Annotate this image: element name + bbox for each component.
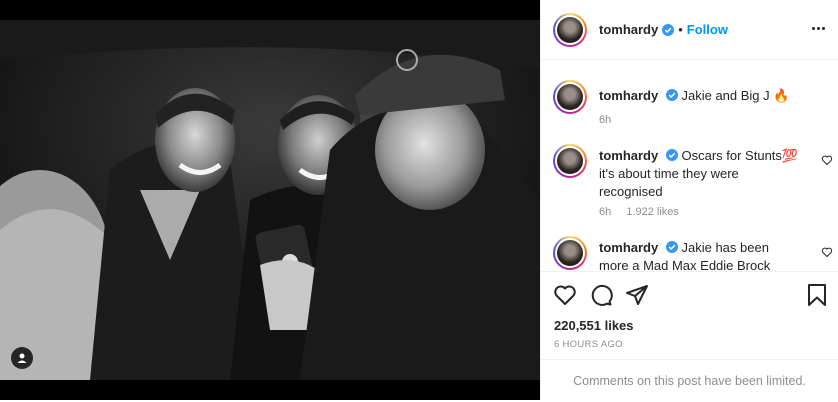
likes-count[interactable]: 220,551 likes	[554, 318, 634, 333]
separator-dot: •	[678, 22, 683, 37]
comment-text: tomhardy Oscars for Stunts💯 it's about t…	[599, 147, 799, 201]
follow-button[interactable]: Follow	[687, 22, 728, 37]
comment-username[interactable]: tomhardy	[599, 148, 658, 163]
bookmark-icon[interactable]	[806, 283, 828, 307]
comments-list[interactable]: tomhardy Jakie and Big J 🔥 6h tomhardy O…	[541, 60, 838, 271]
more-options-icon[interactable]	[808, 20, 828, 36]
post-date[interactable]: 6 HOURS AGO	[554, 339, 623, 350]
comment-text: tomhardy Jakie and Big J 🔥	[599, 87, 799, 105]
comment-time[interactable]: 6h	[599, 114, 611, 126]
user-icon	[17, 353, 27, 363]
comment-like-heart-icon[interactable]	[821, 154, 833, 166]
comment-username[interactable]: tomhardy	[599, 240, 658, 255]
action-icons	[553, 283, 649, 307]
comment-body: Jakie and Big J 🔥	[681, 88, 790, 103]
comment-meta: 6h	[599, 114, 623, 126]
comment-username[interactable]: tomhardy	[599, 88, 658, 103]
comment-avatar[interactable]	[553, 80, 587, 114]
comments-limited-notice: Comments on this post have been limited.	[541, 359, 838, 402]
verified-badge-icon	[665, 241, 678, 253]
header-username[interactable]: tomhardy	[599, 22, 658, 37]
post-panel: tomhardy • Follow tomhardy Jakie and Big…	[540, 0, 838, 400]
comment-likes[interactable]: 1.922 likes	[626, 206, 679, 218]
comment-text: tomhardy Jakie has been more a Mad Max E…	[599, 239, 799, 271]
comment-time[interactable]: 6h	[599, 206, 611, 218]
heart-icon[interactable]	[553, 283, 577, 307]
photo-image	[0, 0, 540, 400]
save-button[interactable]	[806, 283, 828, 307]
verified-badge-icon	[665, 89, 678, 101]
comment-like-heart-icon[interactable]	[821, 246, 833, 258]
comment-avatar[interactable]	[553, 144, 587, 178]
post-header: tomhardy • Follow	[541, 0, 838, 60]
comment-meta: 6h 1.922 likes	[599, 206, 691, 218]
post-photo[interactable]	[0, 0, 540, 400]
avatar[interactable]	[553, 12, 587, 47]
share-icon[interactable]	[625, 283, 649, 307]
post-actions: 220,551 likes 6 HOURS AGO Comments on th…	[541, 271, 838, 401]
verified-badge-icon	[662, 23, 675, 36]
comment-icon[interactable]	[589, 283, 613, 307]
user-tag-button[interactable]	[11, 347, 33, 369]
comment-avatar[interactable]	[553, 236, 587, 270]
verified-badge-icon	[665, 149, 678, 161]
